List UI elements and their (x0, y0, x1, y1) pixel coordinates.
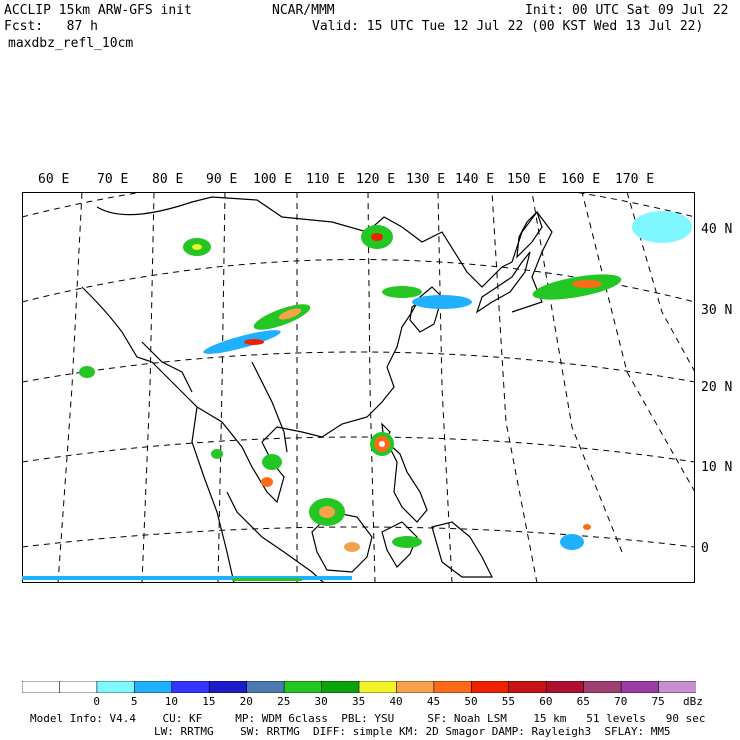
colorbar-level: 70 (614, 695, 628, 708)
colorbar-swatch (583, 681, 622, 693)
footer-physics-info: LW: RRTMG SW: RRTMG DIFF: simple KM: 2D … (154, 725, 671, 738)
colorbar-swatch (545, 681, 585, 693)
lon-label: 160 E (561, 172, 601, 187)
colorbar-level: 5 (130, 695, 138, 708)
colorbar-level: 55 (501, 695, 516, 708)
lon-label: 80 E (152, 172, 184, 187)
colorbar (22, 681, 696, 693)
org-label: NCAR/MMM (272, 3, 335, 18)
colorbar-unit: dBz (683, 695, 703, 708)
colorbar-level: 25 (277, 695, 291, 708)
reflectivity-map (22, 192, 695, 583)
colorbar-swatch (620, 681, 660, 693)
lat-label: 10 N (701, 460, 733, 475)
model-title: ACCLIP 15km ARW-GFS init (4, 3, 192, 18)
init-time: Init: 00 UTC Sat 09 Jul 22 (525, 3, 729, 18)
colorbar-swatch (134, 681, 173, 693)
lat-label: 20 N (701, 380, 733, 395)
lat-label: 30 N (701, 303, 733, 318)
colorbar-swatch (433, 681, 473, 693)
lon-label: 170 E (615, 172, 655, 187)
colorbar-swatch (658, 681, 696, 693)
colorbar-level: 15 (202, 695, 216, 708)
lat-label: 0 (701, 541, 709, 556)
field-name: maxdbz_refl_10cm (8, 36, 134, 51)
colorbar-level: 75 (651, 695, 665, 708)
colorbar-swatch (246, 681, 285, 693)
colorbar-swatch (358, 681, 398, 693)
colorbar-swatch (471, 681, 510, 693)
colorbar-level: 50 (464, 695, 478, 708)
lon-label: 140 E (455, 172, 495, 187)
colorbar-swatch (96, 681, 136, 693)
colorbar-swatch (208, 681, 248, 693)
colorbar-level: 10 (164, 695, 179, 708)
lon-label: 90 E (206, 172, 238, 187)
colorbar-level: 60 (539, 695, 553, 708)
colorbar-swatch (283, 681, 323, 693)
colorbar-level: 45 (426, 695, 441, 708)
lat-label: 40 N (701, 222, 733, 237)
colorbar-level: 30 (314, 695, 328, 708)
colorbar-swatch (396, 681, 435, 693)
colorbar-swatch (508, 681, 548, 693)
lon-label: 150 E (507, 172, 547, 187)
colorbar-level: 40 (389, 695, 403, 708)
lon-label: 100 E (253, 172, 293, 187)
lon-label: 70 E (97, 172, 129, 187)
footer-model-info: Model Info: V4.4 CU: KF MP: WDM 6class P… (30, 712, 706, 725)
lon-label: 110 E (306, 172, 346, 187)
colorbar-level: 35 (352, 695, 366, 708)
colorbar-swatch (22, 681, 61, 693)
colorbar-level: 0 (93, 695, 100, 708)
colorbar-swatch (321, 681, 360, 693)
lon-label: 60 E (38, 172, 70, 187)
colorbar-level: 65 (576, 695, 590, 708)
valid-time: Valid: 15 UTC Tue 12 Jul 22 (00 KST Wed … (312, 19, 704, 34)
forecast-hour: Fcst: 87 h (4, 19, 98, 34)
colorbar-swatch (171, 681, 211, 693)
colorbar-level: 20 (239, 695, 253, 708)
lon-label: 130 E (406, 172, 446, 187)
lon-label: 120 E (356, 172, 396, 187)
colorbar-swatch (59, 681, 98, 693)
